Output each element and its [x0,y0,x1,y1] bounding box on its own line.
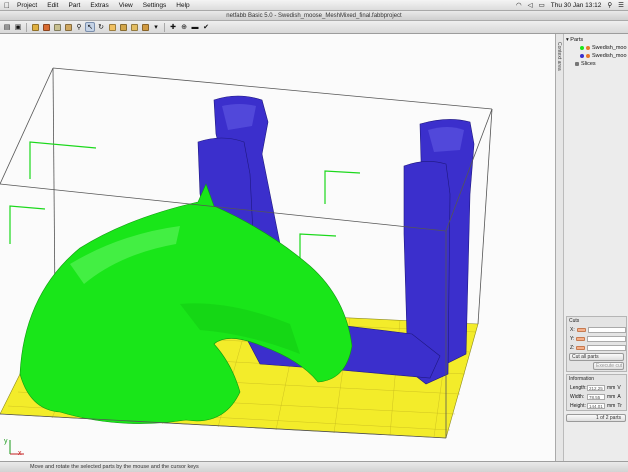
right-panel: ▾ Parts Swedish_moo Swedish_moo Slices C… [564,34,628,461]
height-unit: mm [607,402,616,409]
length-row: Length: 212.25 mm V [567,383,626,392]
cut-y-slider[interactable] [576,336,586,341]
cut-icon[interactable]: ⊕ [179,22,189,32]
view-top-icon[interactable] [140,22,150,32]
wifi-icon[interactable]: ◠ [516,1,522,9]
length-unit: mm [607,384,616,391]
length-value: 212.25 [587,384,605,391]
context-area-label: Context area [556,42,562,71]
select-arrow-icon[interactable]: ↖ [85,22,95,32]
window-title: netfabb Basic 5.0 - Swedish_moose_MeshMi… [0,11,628,21]
view-dropdown-icon[interactable]: ▾ [151,22,161,32]
cuts-title: Cuts [569,318,580,324]
volume-icon[interactable]: ◁ [528,1,533,9]
toolbar: ▤ ▣ ⚲ ↖ ↻ ▾ ✚ ⊕ ▬ ✔ [0,21,628,34]
cut-x-label: X: [570,326,575,333]
view-front-icon[interactable] [118,22,128,32]
minus-icon[interactable]: ▬ [190,22,200,32]
cut-y-row: Y: [567,334,626,343]
tree-parts-node[interactable]: ▾ Parts [566,36,627,44]
volume-abbr: V [617,384,621,391]
part-color-icon [580,54,584,58]
add-part-icon[interactable]: ✚ [168,22,178,32]
menu-view[interactable]: View [114,2,138,9]
battery-icon[interactable]: ▭ [539,1,545,9]
parts-count-selector[interactable]: 1 of 2 parts [566,414,626,422]
spotlight-search-icon[interactable]: ⚲ [607,1,612,9]
cut-y-input[interactable] [587,335,626,342]
cut-z-slider[interactable] [576,345,586,350]
color-part-icon[interactable] [30,22,40,32]
menubar-status-area: ◠ ◁ ▭ Thu 30 Jan 13:12 ⚲ ☰ [516,1,628,10]
menu-settings[interactable]: Settings [138,2,172,9]
properties-area: Cuts X: Y: Z: Cut all parts Execute cut … [564,314,628,423]
area-abbr: A [617,393,621,400]
project-tree: ▾ Parts Swedish_moo Swedish_moo Slices [564,34,628,68]
cut-z-input[interactable] [587,344,626,351]
menu-edit[interactable]: Edit [42,2,63,9]
triangles-abbr: Tr [617,402,622,409]
information-title: Information [569,376,595,382]
clock[interactable]: Thu 30 Jan 13:12 [551,2,602,9]
3d-viewport[interactable]: x y [0,34,555,461]
information-group: Information Length: 212.25 mm V Width: 7… [566,374,627,411]
menu-project[interactable]: Project [12,2,42,9]
toolbar-separator [26,22,27,32]
height-value: 144.01 [587,402,605,409]
check-icon[interactable]: ✔ [201,22,211,32]
axis-y-label: y [4,438,8,445]
cuts-group: Cuts X: Y: Z: Cut all parts Execute cut [566,316,627,372]
width-label: Width: [570,393,585,400]
tree-item-label: Swedish_moo [592,53,627,59]
view-side-icon[interactable] [129,22,139,32]
tree-parts-label: Parts [570,37,584,43]
tree-item-part-1[interactable]: Swedish_moo [566,44,627,52]
context-area-tab[interactable]: Context area [555,34,564,461]
tree-item-label: Swedish_moo [592,45,627,51]
toolbar-separator [164,22,165,32]
status-bar: Move and rotate the selected parts by th… [0,461,628,472]
view-cube-icon[interactable] [107,22,117,32]
shade-icon[interactable] [41,22,51,32]
tree-slices-node[interactable]: Slices [566,60,627,68]
part-status-icon [586,54,590,58]
part-status-icon [586,46,590,50]
cut-y-label: Y: [570,335,575,342]
axis-x-label: x [18,450,22,457]
open-icon[interactable]: ▤ [2,22,12,32]
menu-part[interactable]: Part [63,2,85,9]
menu-help[interactable]: Help [171,2,194,9]
cut-x-row: X: [567,325,626,334]
tree-slices-label: Slices [581,61,596,67]
height-label: Height: [570,402,586,409]
notification-icon[interactable]: ☰ [618,1,624,9]
tree-item-part-2[interactable]: Swedish_moo [566,52,627,60]
save-icon[interactable]: ▣ [13,22,23,32]
cut-z-row: Z: [567,343,626,352]
measure-icon[interactable] [63,22,73,32]
menubar:  Project Edit Part Extras View Settings… [0,0,628,11]
execute-cut-button[interactable]: Execute cut [593,362,624,370]
length-label: Length: [570,384,587,391]
slices-icon [575,62,579,66]
expand-arrow-icon[interactable]: ▾ [566,37,569,43]
height-row: Height: 144.01 mm Tr [567,401,626,410]
apple-icon[interactable]:  [2,1,12,10]
cut-x-input[interactable] [587,326,626,333]
scene-canvas[interactable] [0,34,555,461]
ruler-icon[interactable] [52,22,62,32]
width-unit: mm [607,393,616,400]
cut-all-parts-select[interactable]: Cut all parts [569,353,624,361]
search-icon[interactable]: ⚲ [74,22,84,32]
menu-extras[interactable]: Extras [85,2,113,9]
rotate-icon[interactable]: ↻ [96,22,106,32]
width-value: 78.55 [587,393,605,400]
cut-z-label: Z: [570,344,575,351]
cut-x-slider[interactable] [576,327,586,332]
width-row: Width: 78.55 mm A [567,392,626,401]
part-color-icon [580,46,584,50]
